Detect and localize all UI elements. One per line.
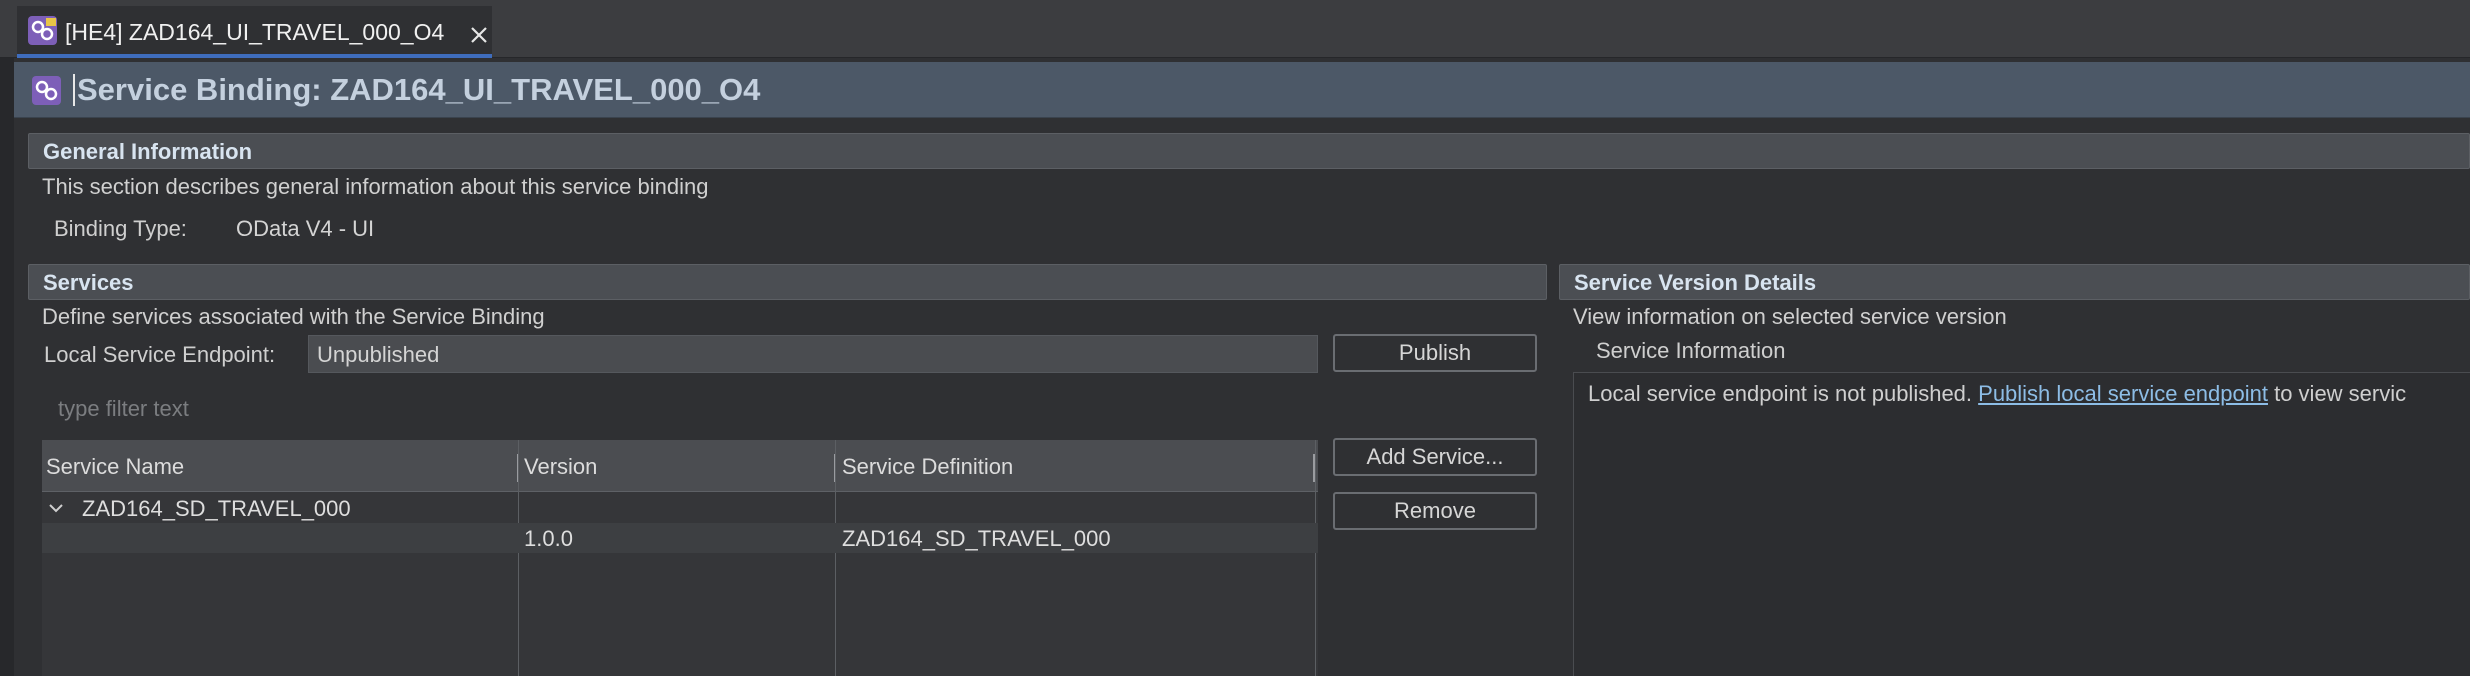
version-details-description: View information on selected service ver… — [1573, 304, 2007, 329]
page-title: Service Binding: ZAD164_UI_TRAVEL_000_O4 — [77, 72, 761, 107]
services-description: Define services associated with the Serv… — [42, 304, 545, 329]
endpoint-field: Unpublished — [308, 335, 1318, 373]
service-information-message: Local service endpoint is not published.… — [1588, 381, 2406, 407]
column-divider — [518, 440, 519, 676]
section-title: General Information — [43, 139, 253, 164]
editor-tab-strip: [HE4] ZAD164_UI_TRAVEL_000_O4 — [0, 0, 2470, 58]
add-service-button[interactable]: Add Service... — [1333, 438, 1537, 476]
message-prefix: Local service endpoint is not published. — [1588, 381, 1979, 406]
services-section-header[interactable]: Services — [28, 264, 1547, 300]
left-rail — [0, 58, 14, 676]
editor-header: Service Binding: ZAD164_UI_TRAVEL_000_O4 — [14, 62, 2470, 118]
table-row[interactable]: ZAD164_SD_TRAVEL_000 — [42, 493, 1318, 523]
tab-label: [HE4] ZAD164_UI_TRAVEL_000_O4 — [65, 19, 445, 45]
publish-button[interactable]: Publish — [1333, 334, 1537, 372]
column-divider — [835, 440, 836, 676]
section-title: Service Version Details — [1574, 270, 1817, 295]
binding-type-value: OData V4 - UI — [236, 216, 375, 241]
general-description: This section describes general informati… — [42, 174, 709, 199]
section-title: Services — [43, 270, 134, 295]
close-icon[interactable] — [469, 25, 489, 45]
endpoint-label: Local Service Endpoint: — [44, 342, 276, 367]
binding-type-label: Binding Type: — [54, 216, 187, 241]
endpoint-value: Unpublished — [317, 342, 440, 367]
service-version-details-section-header[interactable]: Service Version Details — [1559, 264, 2470, 300]
column-divider — [1315, 440, 1316, 676]
service-name-cell: ZAD164_SD_TRAVEL_000 — [82, 496, 351, 521]
general-information-section-header[interactable]: General Information — [28, 133, 2470, 169]
column-header-service-name[interactable]: Service Name — [46, 454, 184, 480]
service-binding-icon — [28, 16, 57, 45]
publish-endpoint-link[interactable]: Publish local service endpoint — [1978, 381, 2268, 406]
version-cell: 1.0.0 — [524, 526, 573, 551]
service-binding-icon — [32, 76, 61, 105]
filter-placeholder: type filter text — [58, 396, 189, 421]
column-header-version[interactable]: Version — [524, 454, 597, 480]
column-header-service-definition[interactable]: Service Definition — [842, 454, 1013, 480]
service-information-panel: Local service endpoint is not published.… — [1573, 372, 2470, 676]
message-suffix: to view servic — [2267, 381, 2407, 406]
service-information-label: Service Information — [1596, 338, 1786, 363]
table-row[interactable]: 1.0.0 ZAD164_SD_TRAVEL_000 — [42, 523, 1318, 553]
text-caret — [73, 74, 75, 106]
remove-button[interactable]: Remove — [1333, 492, 1537, 530]
table-header: Service Name Version Service Definition — [42, 440, 1318, 492]
chevron-down-icon[interactable] — [48, 501, 64, 515]
service-definition-cell: ZAD164_SD_TRAVEL_000 — [842, 526, 1111, 551]
services-table[interactable]: Service Name Version Service Definition … — [42, 440, 1318, 676]
filter-input[interactable]: type filter text — [42, 390, 1317, 428]
editor-tab[interactable]: [HE4] ZAD164_UI_TRAVEL_000_O4 — [17, 6, 492, 58]
